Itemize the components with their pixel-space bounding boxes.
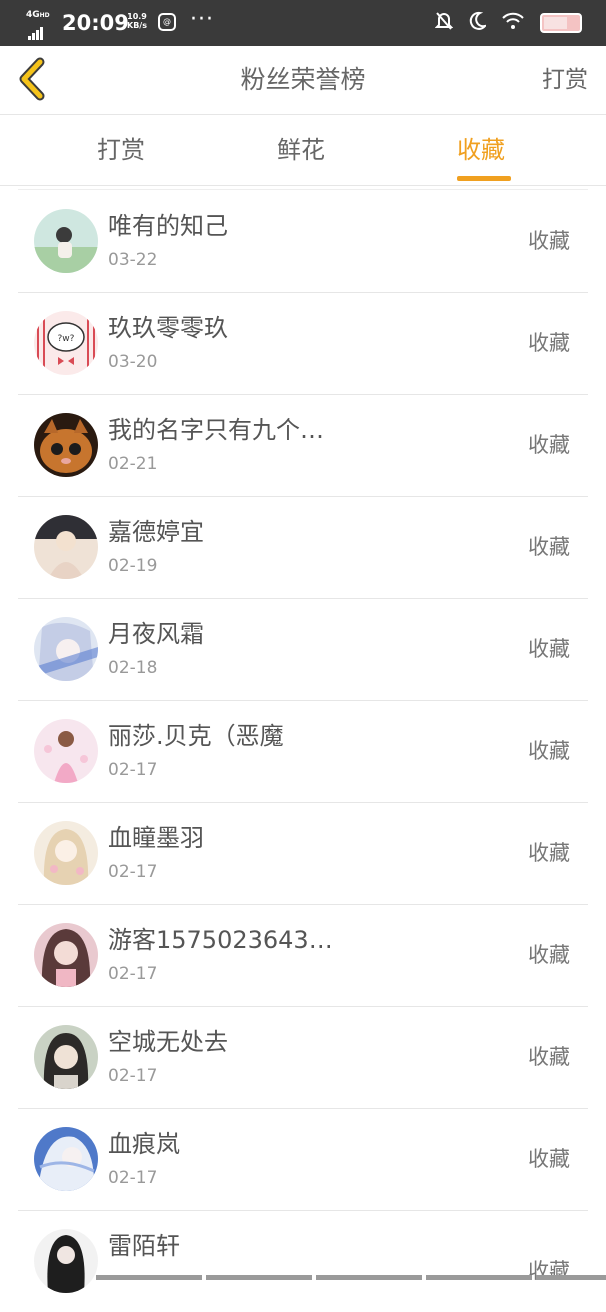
item-date: 02-17: [108, 1168, 158, 1188]
reward-button[interactable]: 打赏: [542, 63, 588, 97]
battery-icon: [540, 13, 582, 33]
action-label: 收藏: [528, 739, 570, 763]
user-name: 血痕岚: [108, 1130, 180, 1158]
user-name: 丽莎.贝克（恶魔: [108, 722, 284, 750]
avatar: [34, 923, 98, 987]
item-date: 02-17: [108, 862, 158, 882]
action-label: 收藏: [528, 1045, 570, 1069]
item-date: 02-21: [108, 454, 158, 474]
action-label: 收藏: [528, 1259, 570, 1283]
action-label: 收藏: [528, 637, 570, 661]
more-notifications-icon: ···: [190, 7, 214, 32]
action-label: 收藏: [528, 943, 570, 967]
avatar: [34, 209, 98, 273]
action-label: 收藏: [528, 1147, 570, 1171]
action-label: 收藏: [528, 433, 570, 457]
avatar: [34, 617, 98, 681]
action-label: 收藏: [528, 331, 570, 355]
wifi-icon: [501, 11, 525, 35]
list-item[interactable]: 游客1575023643… 02-17 收藏: [18, 904, 588, 1007]
action-label: 收藏: [528, 535, 570, 559]
tab-favorites[interactable]: 收藏: [457, 133, 505, 167]
user-name: 空城无处去: [108, 1028, 228, 1056]
navigation-header: 粉丝荣誉榜 打赏: [0, 46, 606, 115]
mute-bell-icon: [434, 11, 454, 35]
user-name: 玖玖零零玖: [108, 314, 228, 342]
action-label: 收藏: [528, 841, 570, 865]
page-title: 粉丝荣誉榜: [240, 65, 366, 94]
cellular-signal-icon: 4GHD: [26, 10, 54, 40]
avatar: [34, 1229, 98, 1293]
avatar: [34, 1025, 98, 1089]
list-item[interactable]: 空城无处去 02-17 收藏: [18, 1006, 588, 1109]
moon-icon: [468, 11, 488, 35]
avatar: [34, 821, 98, 885]
user-name: 月夜风霜: [108, 620, 204, 648]
item-date: 02-17: [108, 760, 158, 780]
list-item[interactable]: 血瞳墨羽 02-17 收藏: [18, 802, 588, 905]
action-label: 收藏: [528, 229, 570, 253]
user-name: 血瞳墨羽: [108, 824, 204, 852]
tab-bar: 打赏 鲜花 收藏: [0, 115, 606, 186]
list-item[interactable]: 丽莎.贝克（恶魔 02-17 收藏: [18, 700, 588, 803]
list-item[interactable]: 血痕岚 02-17 收藏: [18, 1108, 588, 1211]
avatar: [34, 515, 98, 579]
user-name: 唯有的知己: [108, 212, 228, 240]
list-item[interactable]: 雷陌轩 收藏: [18, 1210, 588, 1312]
item-date: 02-19: [108, 556, 158, 576]
avatar: [34, 413, 98, 477]
active-tab-indicator: [457, 176, 511, 181]
list-item[interactable]: 唯有的知己 03-22 收藏: [18, 190, 588, 293]
item-date: 02-17: [108, 964, 158, 984]
tab-reward[interactable]: 打赏: [97, 133, 145, 167]
list-item[interactable]: 嘉德婷宜 02-19 收藏: [18, 496, 588, 599]
network-speed: 10.9 KB/s: [127, 12, 147, 30]
item-date: 02-17: [108, 1066, 158, 1086]
list-item[interactable]: 月夜风霜 02-18 收藏: [18, 598, 588, 701]
user-name: 游客1575023643…: [108, 926, 333, 954]
tab-flowers[interactable]: 鲜花: [277, 133, 325, 167]
status-bar: 4GHD 20:09 10.9 KB/s @ ···: [0, 0, 606, 46]
avatar: [34, 719, 98, 783]
svg-text:?w?: ?w?: [58, 334, 75, 344]
list-item[interactable]: ?w? 玖玖零零玖 03-20 收藏: [18, 292, 588, 395]
user-name: 嘉德婷宜: [108, 518, 204, 546]
user-name: 我的名字只有九个…: [108, 416, 324, 444]
item-date: 03-20: [108, 352, 158, 372]
status-time: 20:09: [62, 11, 129, 35]
list-item[interactable]: 我的名字只有九个… 02-21 收藏: [18, 394, 588, 497]
avatar: ?w?: [34, 311, 98, 375]
app-notification-icon: @: [158, 13, 176, 31]
user-name: 雷陌轩: [108, 1232, 180, 1260]
item-date: 02-18: [108, 658, 158, 678]
item-date: 03-22: [108, 250, 158, 270]
bottom-scroll-indicator: [60, 1275, 606, 1280]
avatar: [34, 1127, 98, 1191]
